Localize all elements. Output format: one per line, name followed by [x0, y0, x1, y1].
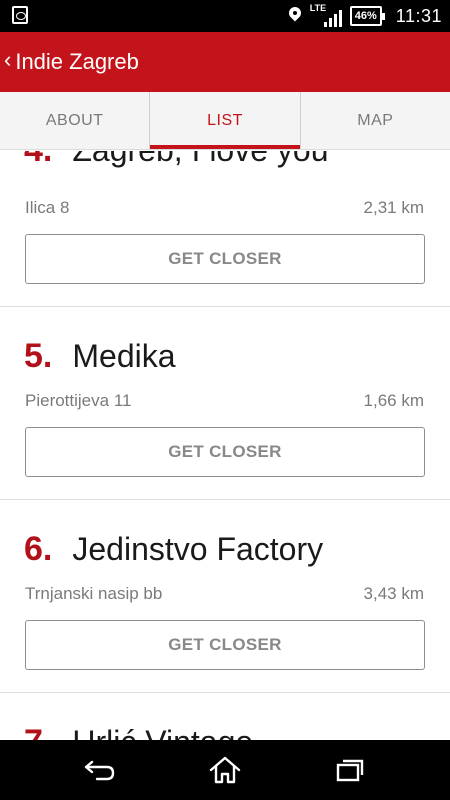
battery-level: 46%	[354, 10, 377, 22]
place-number: 6.	[24, 530, 53, 568]
place-number: 7.	[24, 723, 52, 740]
get-closer-button[interactable]: GET CLOSER	[25, 427, 425, 477]
divider	[0, 499, 450, 500]
place-title: 6. Jedinstvo Factory	[24, 530, 323, 569]
get-closer-button[interactable]: GET CLOSER	[25, 234, 425, 284]
place-number: 5.	[24, 337, 53, 375]
places-list[interactable]: 4. Zagreb, I love you Ilica 8 2,31 km GE…	[0, 151, 450, 740]
place-number: 4.	[24, 151, 52, 170]
place-name: Urlić Vintage	[72, 724, 253, 740]
chevron-left-icon: ‹	[4, 47, 12, 72]
recent-apps-button[interactable]	[305, 740, 395, 800]
signal-icon: LTE	[309, 3, 342, 27]
tab-bar: ABOUT LIST MAP	[0, 92, 450, 150]
place-name: Jedinstvo Factory	[72, 531, 324, 567]
list-item: 6. Jedinstvo Factory Trnjanski nasip bb …	[0, 530, 450, 700]
battery-icon: 46%	[349, 6, 385, 26]
place-title: 7. Urlić Vintage	[24, 723, 253, 740]
place-name: Medika	[72, 338, 176, 374]
network-type: LTE	[309, 3, 327, 13]
place-distance: 1,66 km	[363, 391, 424, 410]
clock: 11:31	[395, 5, 442, 26]
tab-list[interactable]: LIST	[149, 92, 300, 149]
place-distance: 3,43 km	[363, 584, 424, 603]
app-bar: ‹ Indie Zagreb	[0, 32, 450, 92]
list-item: 4. Zagreb, I love you Ilica 8 2,31 km GE…	[0, 151, 450, 306]
place-title: 5. Medika	[24, 337, 176, 376]
back-button[interactable]	[55, 740, 145, 800]
location-icon	[288, 6, 302, 26]
divider	[0, 692, 450, 693]
tab-about[interactable]: ABOUT	[0, 92, 149, 149]
home-button[interactable]	[180, 740, 270, 800]
place-address: Ilica 8	[25, 198, 70, 217]
app-title: Indie Zagreb	[15, 49, 139, 74]
get-closer-button[interactable]: GET CLOSER	[25, 620, 425, 670]
list-item: 5. Medika Pierottijeva 11 1,66 km GET CL…	[0, 337, 450, 507]
place-distance: 2,31 km	[363, 198, 424, 217]
place-address: Pierottijeva 11	[25, 391, 132, 410]
navigation-bar	[0, 740, 450, 800]
list-item: 7. Urlić Vintage	[0, 723, 450, 740]
recent-apps-icon	[336, 759, 364, 782]
up-navigation[interactable]: ‹ Indie Zagreb	[0, 32, 139, 92]
place-title: 4. Zagreb, I love you	[24, 151, 329, 170]
status-bar: LTE 46% 11:31	[0, 0, 450, 32]
place-address: Trnjanski nasip bb	[25, 584, 163, 603]
tab-map[interactable]: MAP	[299, 92, 450, 149]
place-name: Zagreb, I love you	[72, 151, 328, 169]
back-icon	[84, 760, 115, 781]
status-icons: LTE 46% 11:31	[288, 0, 442, 32]
divider	[0, 306, 450, 307]
notification-icon	[12, 6, 28, 24]
home-icon	[209, 756, 241, 784]
